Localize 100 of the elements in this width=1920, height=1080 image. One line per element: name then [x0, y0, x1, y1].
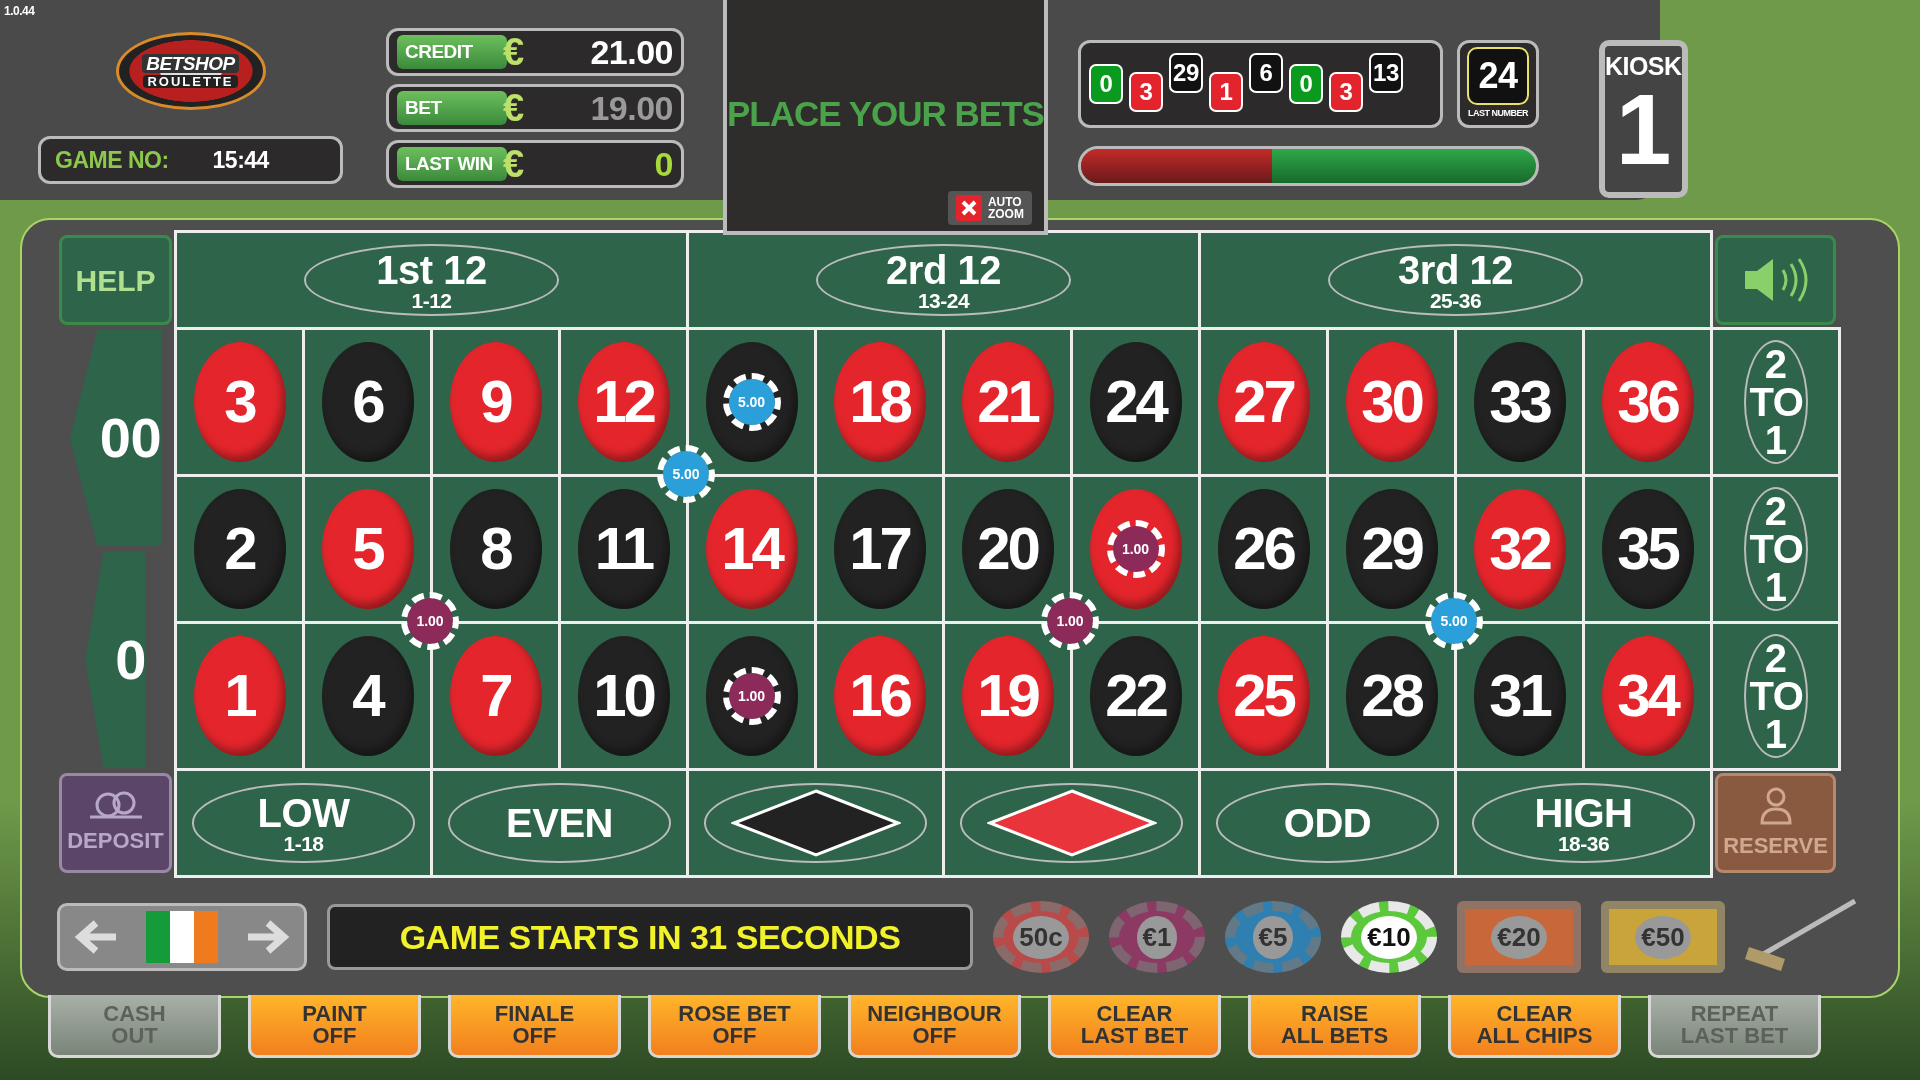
number-spot: 6	[321, 342, 414, 462]
number-spot: 3	[193, 342, 286, 462]
dozen-cell[interactable]: 3rd 12 25-36	[1201, 233, 1710, 327]
number-spot: 4	[321, 636, 414, 756]
bet-cell[interactable]: 36	[1585, 330, 1710, 474]
logo-text: ROULETTE	[143, 75, 238, 88]
dozen-cell[interactable]: 2rd 12 13-24	[689, 233, 1198, 327]
number-spot: 21	[961, 342, 1054, 462]
last-number: 24	[1466, 47, 1529, 106]
bet-cell[interactable]: 24	[1073, 330, 1198, 474]
bet-cell[interactable]: 34	[1585, 624, 1710, 768]
action-button[interactable]: RAISE ALL BETS	[1248, 995, 1421, 1058]
outside-bet-cell[interactable]: ODD	[1201, 771, 1454, 875]
history-number: 1	[1208, 72, 1243, 112]
game-number-value: 15:44	[212, 145, 269, 175]
sound-button[interactable]	[1715, 235, 1836, 325]
number-spot: 27	[1217, 342, 1310, 462]
history-number: 3	[1128, 72, 1163, 112]
number-spot: 35	[1601, 489, 1694, 609]
action-button[interactable]: FINALE OFF	[448, 995, 621, 1058]
dozen-label: 2rd 12	[886, 249, 1001, 290]
chip-button[interactable]: €20	[1457, 901, 1581, 973]
outside-bet-cell[interactable]	[689, 771, 942, 875]
dozen-range: 13-24	[917, 289, 970, 311]
dozen-range: 1-12	[411, 289, 452, 311]
dozen-cell[interactable]: 1st 12 1-12	[177, 233, 686, 327]
kiosk-number: 1	[1615, 79, 1671, 179]
bet-cell[interactable]: 10	[561, 624, 686, 768]
number-spot: 34	[1601, 636, 1694, 756]
dozen-label: 1st 12	[376, 249, 487, 290]
dozen-range: 25-36	[1429, 289, 1482, 311]
bet-cell[interactable]: 21	[945, 330, 1070, 474]
bet-cell[interactable]: 1	[177, 624, 302, 768]
number-spot: 1	[193, 636, 286, 756]
meter-value: 0	[653, 147, 673, 181]
action-button[interactable]: CLEAR LAST BET	[1048, 995, 1221, 1058]
column-bet-cell[interactable]: 2 TO 1	[1713, 477, 1838, 621]
action-button[interactable]: PAINT OFF	[248, 995, 421, 1058]
history-number: 13	[1368, 53, 1403, 93]
game-number-label: GAME NO:	[55, 145, 169, 175]
status-message: PLACE YOUR BETS	[727, 93, 1044, 135]
number-spot: 5	[321, 489, 414, 609]
meter-value: 19.00	[589, 91, 673, 125]
number-spot: 24	[1089, 342, 1182, 462]
number-spot: 16	[833, 636, 926, 756]
bet-cell[interactable]: 18	[817, 330, 942, 474]
outside-bet-range: 1-18	[283, 832, 324, 854]
number-spot: 29	[1345, 489, 1438, 609]
bet-chip: 5.00	[722, 373, 781, 431]
bet-chip: 1.00	[1106, 520, 1165, 578]
bet-cell[interactable]: 6	[305, 330, 430, 474]
column-bet-cell[interactable]: 2 TO 1	[1713, 330, 1838, 474]
outside-bet-label: LOW	[257, 792, 350, 833]
help-button[interactable]: HELP	[59, 235, 172, 325]
outside-bet-cell[interactable]	[945, 771, 1198, 875]
version-label: 1.0.44	[4, 3, 35, 20]
number-spot: 12	[577, 342, 670, 462]
bet-cell[interactable]: 35	[1585, 477, 1710, 621]
chip-button[interactable]: €5	[1225, 901, 1321, 973]
bet-cell[interactable]: 9	[433, 330, 558, 474]
bet-cell[interactable]: 17	[817, 477, 942, 621]
outside-bet-cell[interactable]: LOW 1-18	[177, 771, 430, 875]
bet-cell[interactable]: 26	[1201, 477, 1326, 621]
chip-button[interactable]: 50c	[993, 901, 1089, 973]
dozen-label: 3rd 12	[1398, 249, 1513, 290]
action-button[interactable]: CLEAR ALL CHIPS	[1448, 995, 1621, 1058]
bet-cell[interactable]: 33	[1457, 330, 1582, 474]
zero-spot[interactable]: 0	[85, 552, 146, 768]
bet-cell[interactable]: 27	[1201, 330, 1326, 474]
outside-bet-cell[interactable]: EVEN	[433, 771, 686, 875]
column-bet-cell[interactable]: 2 TO 1	[1713, 624, 1838, 768]
number-spot: 20	[961, 489, 1054, 609]
chip-button[interactable]: €50	[1601, 901, 1725, 973]
deposit-button[interactable]: DEPOSIT	[59, 773, 172, 873]
chip-button[interactable]: €10	[1341, 901, 1437, 973]
auto-zoom-button[interactable]: AUTO ZOOM	[947, 191, 1032, 225]
column-bet-label: 2 TO 1	[1749, 345, 1802, 459]
chip-button[interactable]: €1	[1109, 901, 1205, 973]
column-bet-label: 2 TO 1	[1749, 639, 1802, 753]
language-selector[interactable]	[57, 903, 307, 971]
bet-cell[interactable]: 16	[817, 624, 942, 768]
number-spot: 17	[833, 489, 926, 609]
action-button[interactable]: NEIGHBOUR OFF	[848, 995, 1021, 1058]
close-icon	[955, 195, 982, 221]
number-spot: 22	[1089, 636, 1182, 756]
history-number: 6	[1248, 53, 1283, 93]
bet-cell[interactable]: 25	[1201, 624, 1326, 768]
number-spot: 33	[1473, 342, 1566, 462]
history-number: 0	[1088, 64, 1123, 104]
bet-cell[interactable]: 1.00	[689, 624, 814, 768]
number-spot: 26	[1217, 489, 1310, 609]
bet-cell[interactable]: 30	[1329, 330, 1454, 474]
outside-bet-cell[interactable]: HIGH 18-36	[1457, 771, 1710, 875]
bet-cell[interactable]: 3	[177, 330, 302, 474]
zero-spot[interactable]: 00	[69, 330, 162, 546]
action-button[interactable]: ROSE BET OFF	[648, 995, 821, 1058]
bet-cell[interactable]: 2	[177, 477, 302, 621]
number-spot: 10	[577, 636, 670, 756]
number-spot: 30	[1345, 342, 1438, 462]
number-spot: 9	[449, 342, 542, 462]
